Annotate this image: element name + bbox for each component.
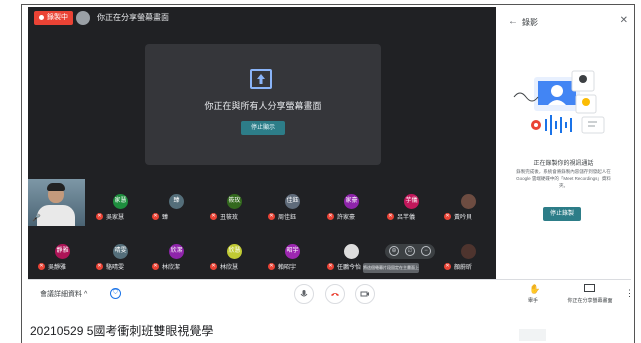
muted-mic-icon: ✕ bbox=[444, 263, 451, 270]
participant-avatar: 佳鈺 bbox=[285, 194, 300, 209]
video-caption: 20210529 5國考衝刺班雙眼視覺學 bbox=[30, 324, 214, 338]
mute-icon[interactable]: ∅ bbox=[405, 246, 415, 256]
participant-tile[interactable]: 佳鈺 ✕ 周佳鈺 bbox=[265, 193, 319, 223]
present-icon[interactable] bbox=[584, 284, 595, 292]
participant-name: 許家豪 bbox=[337, 215, 356, 221]
muted-mic-icon: ✕ bbox=[444, 213, 451, 220]
meeting-top-bar: 錄製中 你正在分享螢幕畫面 bbox=[28, 7, 496, 29]
chevron-up-icon: ^ bbox=[83, 291, 88, 298]
participant-name: 呂芊儀 bbox=[397, 215, 416, 221]
panel-title: 錄影 bbox=[522, 18, 538, 27]
participant-name: 顏蔚昕 bbox=[454, 265, 473, 271]
participant-name: 周佳鈺 bbox=[278, 215, 297, 221]
self-video-tile: 🎤 bbox=[28, 179, 85, 226]
muted-mic-icon: ✕ bbox=[96, 263, 103, 270]
participant-name: 駱晴雯 bbox=[106, 265, 125, 271]
close-icon[interactable]: ✕ bbox=[620, 15, 628, 26]
participant-tile[interactable]: 筱玫 ✕ 丑筱玫 bbox=[207, 193, 261, 223]
end-call-button[interactable] bbox=[325, 284, 345, 304]
meeting-area: 錄製中 你正在分享螢幕畫面 你正在與所有人分享螢幕畫面 停止顯示 🎤 家慧 ✕ 吳家… bbox=[28, 7, 496, 279]
participant-name: 任鵬今怡 bbox=[337, 265, 362, 271]
participant-name: 丑筱玫 bbox=[220, 215, 239, 221]
participant-tile[interactable]: ✕ 顏蔚昕 bbox=[441, 243, 495, 273]
recording-illustration bbox=[513, 70, 605, 135]
participant-name: 吳家慧 bbox=[106, 215, 125, 221]
participant-name: 林欣潔 bbox=[162, 265, 181, 271]
raise-hand-icon[interactable]: ✋ bbox=[529, 284, 540, 295]
pin-icon[interactable]: ⊕ bbox=[389, 246, 399, 256]
recording-heading: 正在錄製你的視訊通話 bbox=[533, 161, 594, 167]
participant-avatar: 靜雅 bbox=[55, 244, 70, 259]
stage-message: 你正在與所有人分享螢幕畫面 bbox=[204, 101, 322, 111]
muted-mic-icon: ✕ bbox=[327, 263, 334, 270]
participant-avatar: 晴雯 bbox=[113, 244, 128, 259]
participant-tile[interactable]: 欣潔 ✕ 林欣潔 bbox=[149, 243, 203, 273]
present-screen-icon bbox=[250, 69, 272, 89]
muted-mic-icon: ✕ bbox=[268, 263, 275, 270]
recording-badge: 錄製中 bbox=[34, 11, 73, 25]
participant-tile[interactable]: 芋儀 ✕ 呂芊儀 bbox=[384, 193, 438, 223]
present-label: 你正在分享螢幕畫面 bbox=[567, 298, 613, 304]
user-avatar-icon bbox=[76, 11, 90, 25]
participant-avatar: 家慧 bbox=[113, 194, 128, 209]
more-options-icon[interactable]: ⋮ bbox=[625, 288, 634, 299]
pin-tooltip: 將這個螢幕片段固定在主畫面上 bbox=[363, 263, 419, 273]
muted-mic-icon: ✕ bbox=[210, 263, 217, 270]
mic-icon: 🎤 bbox=[32, 215, 41, 222]
participant-avatar bbox=[344, 244, 359, 259]
shield-icon[interactable]: ⛉ bbox=[110, 288, 121, 299]
microphone-icon bbox=[300, 290, 308, 297]
remove-icon[interactable]: − bbox=[421, 246, 431, 256]
end-call-icon bbox=[331, 293, 339, 296]
muted-mic-icon: ✕ bbox=[327, 213, 334, 220]
muted-mic-icon: ✕ bbox=[387, 213, 394, 220]
bottom-control-bar: 會議詳細資料 ^ ⛉ ✋ 舉手 你正在分享螢幕畫面 ⋮ bbox=[28, 279, 634, 309]
record-dot-icon bbox=[39, 14, 44, 20]
camera-button[interactable] bbox=[355, 284, 375, 304]
tile-hover-controls: ⊕ ∅ − bbox=[385, 244, 435, 259]
participant-avatar: 筱玫 bbox=[227, 194, 242, 209]
muted-mic-icon: ✕ bbox=[152, 263, 159, 270]
participant-name: 臻 bbox=[162, 215, 169, 221]
presentation-stage: 你正在與所有人分享螢幕畫面 停止顯示 bbox=[145, 44, 381, 165]
muted-mic-icon: ✕ bbox=[210, 213, 217, 220]
muted-mic-icon: ✕ bbox=[96, 213, 103, 220]
participant-tile[interactable]: 昭宇 ✕ 賴昭宇 bbox=[265, 243, 319, 273]
participant-tile[interactable]: 欣慧 ✕ 林欣慧 bbox=[207, 243, 261, 273]
participant-avatar: 昭宇 bbox=[285, 244, 300, 259]
participant-tile[interactable]: 臻 ✕ 臻 bbox=[149, 193, 203, 223]
participant-name: 吳靜雅 bbox=[48, 265, 67, 271]
raise-hand-label: 舉手 bbox=[527, 298, 538, 304]
recording-side-panel: ← 錄影 ✕ 正在錄製你的視訊通話 錄製完成後，系統會將錄製內容儲存到發起人在 … bbox=[496, 7, 631, 279]
participant-avatar: 芋儀 bbox=[404, 194, 419, 209]
muted-mic-icon: ✕ bbox=[268, 213, 275, 220]
participant-avatar: 臻 bbox=[169, 194, 184, 209]
participant-avatar: 欣慧 bbox=[227, 244, 242, 259]
stop-presenting-button[interactable]: 停止顯示 bbox=[241, 121, 285, 135]
meeting-details-button[interactable]: 會議詳細資料 ^ bbox=[40, 289, 87, 299]
participant-tile[interactable]: 晴雯 ✕ 駱晴雯 bbox=[93, 243, 147, 273]
sharing-title: 你正在分享螢幕畫面 bbox=[97, 13, 169, 22]
participant-name: 黃吟貝 bbox=[454, 215, 473, 221]
recording-description: 錄製完成後，系統會將錄製內容儲存到發起人在 Google 雲端硬碟中的「Meet… bbox=[516, 169, 611, 188]
stop-recording-button[interactable]: 停止錄製 bbox=[543, 207, 581, 221]
participant-tile[interactable]: 家慧 ✕ 吳家慧 bbox=[93, 193, 147, 223]
participant-tile[interactable]: ✕ 黃吟貝 bbox=[441, 193, 495, 223]
microphone-button[interactable] bbox=[294, 284, 314, 304]
participant-tile[interactable]: 家豪 ✕ 許家豪 bbox=[324, 193, 378, 223]
camera-icon bbox=[360, 291, 369, 297]
participant-avatar bbox=[461, 194, 476, 209]
participant-avatar bbox=[461, 244, 476, 259]
page-fragment bbox=[519, 329, 546, 341]
arrow-left-icon[interactable]: ← bbox=[508, 16, 518, 27]
muted-mic-icon: ✕ bbox=[38, 263, 45, 270]
participant-name: 林欣慧 bbox=[220, 265, 239, 271]
participant-avatar: 欣潔 bbox=[169, 244, 184, 259]
muted-mic-icon: ✕ bbox=[152, 213, 159, 220]
participant-tile[interactable]: 靜雅 ✕ 吳靜雅 bbox=[35, 243, 89, 273]
participant-avatar: 家豪 bbox=[344, 194, 359, 209]
participant-name: 賴昭宇 bbox=[278, 265, 297, 271]
